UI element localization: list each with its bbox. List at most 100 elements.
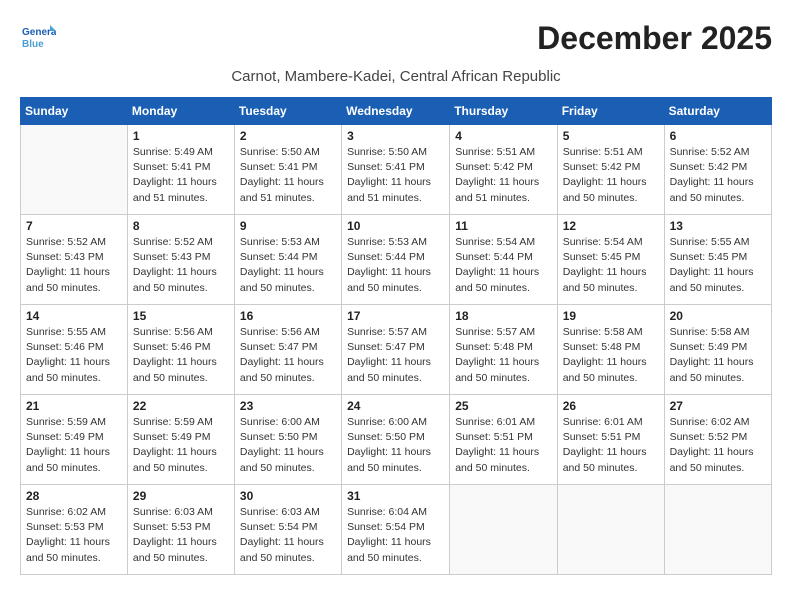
calendar-day-cell: 1 Sunrise: 5:49 AM Sunset: 5:41 PM Daylig… xyxy=(127,125,234,215)
calendar-day-cell: 28Sunrise: 6:02 AM Sunset: 5:53 PM Dayli… xyxy=(21,485,128,575)
day-number: 10 xyxy=(347,219,444,233)
day-number: 23 xyxy=(240,399,336,413)
day-info: Sunrise: 6:04 AM Sunset: 5:54 PM Dayligh… xyxy=(347,505,444,566)
day-number: 1 xyxy=(133,129,229,143)
day-number: 31 xyxy=(347,489,444,503)
calendar-week-row: 7 Sunrise: 5:52 AM Sunset: 5:43 PM Daylig… xyxy=(21,215,772,305)
calendar-day-cell: 17 Sunrise: 5:57 AM Sunset: 5:47 PM Dayli… xyxy=(342,305,450,395)
day-info: Sunrise: 5:54 AM Sunset: 5:44 PM Dayligh… xyxy=(455,235,551,296)
day-info: Sunrise: 5:51 AM Sunset: 5:42 PM Dayligh… xyxy=(455,145,551,206)
calendar-week-row: 1 Sunrise: 5:49 AM Sunset: 5:41 PM Daylig… xyxy=(21,125,772,215)
logo: General Blue xyxy=(20,20,56,56)
calendar-day-cell xyxy=(557,485,664,575)
day-info: Sunrise: 6:02 AM Sunset: 5:53 PM Dayligh… xyxy=(26,505,122,566)
day-info: Sunrise: 5:57 AM Sunset: 5:47 PM Dayligh… xyxy=(347,325,444,386)
day-info: Sunrise: 5:52 AM Sunset: 5:42 PM Dayligh… xyxy=(670,145,766,206)
day-number: 7 xyxy=(26,219,122,233)
day-number: 16 xyxy=(240,309,336,323)
day-info: Sunrise: 5:50 AM Sunset: 5:41 PM Dayligh… xyxy=(347,145,444,206)
weekday-header: Thursday xyxy=(450,98,557,125)
weekday-header: Saturday xyxy=(664,98,771,125)
day-info: Sunrise: 5:56 AM Sunset: 5:46 PM Dayligh… xyxy=(133,325,229,386)
day-number: 25 xyxy=(455,399,551,413)
day-number: 18 xyxy=(455,309,551,323)
calendar-day-cell: 6Sunrise: 5:52 AM Sunset: 5:42 PM Daylig… xyxy=(664,125,771,215)
calendar-day-cell: 9 Sunrise: 5:53 AM Sunset: 5:44 PM Daylig… xyxy=(234,215,341,305)
day-info: Sunrise: 5:59 AM Sunset: 5:49 PM Dayligh… xyxy=(133,415,229,476)
calendar-day-cell: 30Sunrise: 6:03 AM Sunset: 5:54 PM Dayli… xyxy=(234,485,341,575)
calendar-day-cell: 5 Sunrise: 5:51 AM Sunset: 5:42 PM Daylig… xyxy=(557,125,664,215)
day-info: Sunrise: 5:49 AM Sunset: 5:41 PM Dayligh… xyxy=(133,145,229,206)
day-number: 20 xyxy=(670,309,766,323)
day-number: 13 xyxy=(670,219,766,233)
day-info: Sunrise: 5:57 AM Sunset: 5:48 PM Dayligh… xyxy=(455,325,551,386)
day-info: Sunrise: 5:53 AM Sunset: 5:44 PM Dayligh… xyxy=(240,235,336,296)
day-number: 15 xyxy=(133,309,229,323)
logo-svg: General Blue xyxy=(20,20,56,56)
day-number: 21 xyxy=(26,399,122,413)
day-number: 3 xyxy=(347,129,444,143)
calendar-day-cell: 10 Sunrise: 5:53 AM Sunset: 5:44 PM Dayli… xyxy=(342,215,450,305)
day-number: 11 xyxy=(455,219,551,233)
day-number: 27 xyxy=(670,399,766,413)
day-number: 14 xyxy=(26,309,122,323)
calendar-day-cell: 8Sunrise: 5:52 AM Sunset: 5:43 PM Daylig… xyxy=(127,215,234,305)
calendar-day-cell: 21 Sunrise: 5:59 AM Sunset: 5:49 PM Dayli… xyxy=(21,395,128,485)
calendar-day-cell: 11 Sunrise: 5:54 AM Sunset: 5:44 PM Dayli… xyxy=(450,215,557,305)
calendar-day-cell: 25 Sunrise: 6:01 AM Sunset: 5:51 PM Dayli… xyxy=(450,395,557,485)
day-info: Sunrise: 5:58 AM Sunset: 5:48 PM Dayligh… xyxy=(563,325,659,386)
day-info: Sunrise: 5:51 AM Sunset: 5:42 PM Dayligh… xyxy=(563,145,659,206)
day-info: Sunrise: 6:01 AM Sunset: 5:51 PM Dayligh… xyxy=(455,415,551,476)
day-info: Sunrise: 5:52 AM Sunset: 5:43 PM Dayligh… xyxy=(133,235,229,296)
weekday-header: Wednesday xyxy=(342,98,450,125)
day-info: Sunrise: 5:58 AM Sunset: 5:49 PM Dayligh… xyxy=(670,325,766,386)
calendar-day-cell: 24 Sunrise: 6:00 AM Sunset: 5:50 PM Dayli… xyxy=(342,395,450,485)
subtitle: Carnot, Mambere-Kadei, Central African R… xyxy=(20,68,772,85)
day-info: Sunrise: 5:55 AM Sunset: 5:45 PM Dayligh… xyxy=(670,235,766,296)
day-info: Sunrise: 6:02 AM Sunset: 5:52 PM Dayligh… xyxy=(670,415,766,476)
page-header: General Blue December 2025 xyxy=(20,20,772,66)
calendar-day-cell: 16 Sunrise: 5:56 AM Sunset: 5:47 PM Dayli… xyxy=(234,305,341,395)
calendar-week-row: 21 Sunrise: 5:59 AM Sunset: 5:49 PM Dayli… xyxy=(21,395,772,485)
calendar-week-row: 14Sunrise: 5:55 AM Sunset: 5:46 PM Dayli… xyxy=(21,305,772,395)
calendar-table: SundayMondayTuesdayWednesdayThursdayFrid… xyxy=(20,97,772,575)
title-section: December 2025 xyxy=(537,20,772,57)
day-number: 5 xyxy=(563,129,659,143)
calendar-day-cell: 26 Sunrise: 6:01 AM Sunset: 5:51 PM Dayli… xyxy=(557,395,664,485)
calendar-day-cell: 7 Sunrise: 5:52 AM Sunset: 5:43 PM Daylig… xyxy=(21,215,128,305)
day-info: Sunrise: 6:00 AM Sunset: 5:50 PM Dayligh… xyxy=(347,415,444,476)
day-number: 17 xyxy=(347,309,444,323)
day-info: Sunrise: 5:59 AM Sunset: 5:49 PM Dayligh… xyxy=(26,415,122,476)
day-number: 30 xyxy=(240,489,336,503)
calendar-day-cell: 31 Sunrise: 6:04 AM Sunset: 5:54 PM Dayli… xyxy=(342,485,450,575)
day-info: Sunrise: 6:00 AM Sunset: 5:50 PM Dayligh… xyxy=(240,415,336,476)
day-number: 29 xyxy=(133,489,229,503)
day-info: Sunrise: 5:54 AM Sunset: 5:45 PM Dayligh… xyxy=(563,235,659,296)
calendar-day-cell: 19Sunrise: 5:58 AM Sunset: 5:48 PM Dayli… xyxy=(557,305,664,395)
weekday-header: Friday xyxy=(557,98,664,125)
day-number: 24 xyxy=(347,399,444,413)
day-info: Sunrise: 6:01 AM Sunset: 5:51 PM Dayligh… xyxy=(563,415,659,476)
weekday-header: Sunday xyxy=(21,98,128,125)
weekday-header: Monday xyxy=(127,98,234,125)
calendar-day-cell: 20 Sunrise: 5:58 AM Sunset: 5:49 PM Dayli… xyxy=(664,305,771,395)
day-number: 12 xyxy=(563,219,659,233)
day-number: 22 xyxy=(133,399,229,413)
day-info: Sunrise: 5:53 AM Sunset: 5:44 PM Dayligh… xyxy=(347,235,444,296)
day-info: Sunrise: 5:56 AM Sunset: 5:47 PM Dayligh… xyxy=(240,325,336,386)
calendar-day-cell: 27 Sunrise: 6:02 AM Sunset: 5:52 PM Dayli… xyxy=(664,395,771,485)
calendar-day-cell: 14Sunrise: 5:55 AM Sunset: 5:46 PM Dayli… xyxy=(21,305,128,395)
day-number: 9 xyxy=(240,219,336,233)
day-info: Sunrise: 6:03 AM Sunset: 5:53 PM Dayligh… xyxy=(133,505,229,566)
calendar-day-cell: 4 Sunrise: 5:51 AM Sunset: 5:42 PM Daylig… xyxy=(450,125,557,215)
day-number: 4 xyxy=(455,129,551,143)
day-number: 26 xyxy=(563,399,659,413)
calendar-day-cell xyxy=(664,485,771,575)
calendar-day-cell: 13 Sunrise: 5:55 AM Sunset: 5:45 PM Dayli… xyxy=(664,215,771,305)
calendar-day-cell: 29 Sunrise: 6:03 AM Sunset: 5:53 PM Dayli… xyxy=(127,485,234,575)
calendar-day-cell xyxy=(450,485,557,575)
page-title: December 2025 xyxy=(537,20,772,57)
calendar-day-cell: 3 Sunrise: 5:50 AM Sunset: 5:41 PM Daylig… xyxy=(342,125,450,215)
calendar-day-cell: 18 Sunrise: 5:57 AM Sunset: 5:48 PM Dayli… xyxy=(450,305,557,395)
day-info: Sunrise: 5:52 AM Sunset: 5:43 PM Dayligh… xyxy=(26,235,122,296)
